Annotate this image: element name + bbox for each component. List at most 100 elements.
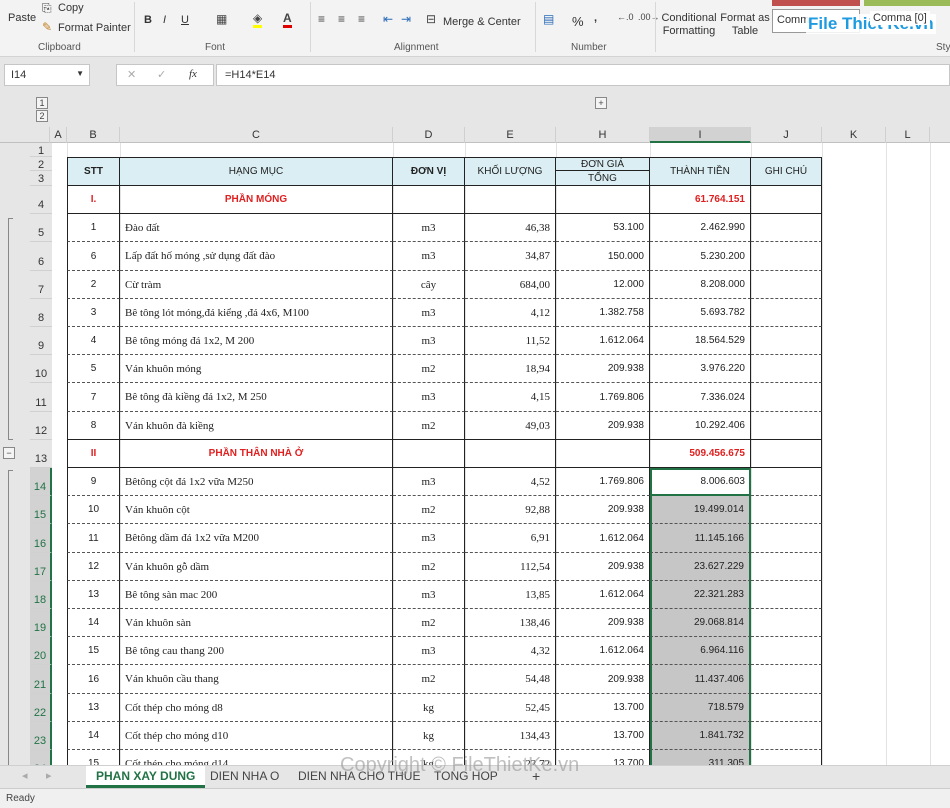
row-header[interactable]: 23 — [30, 722, 52, 750]
cell-stt[interactable]: 4 — [67, 327, 120, 355]
cell-item[interactable]: Ván khuôn cột — [120, 496, 393, 524]
cell-qty[interactable]: 18,94 — [465, 355, 556, 383]
column-header-c[interactable]: C — [120, 127, 393, 143]
row-header[interactable]: 13 — [30, 440, 52, 468]
cell-note[interactable] — [751, 524, 822, 553]
enter-icon[interactable]: ✓ — [157, 68, 166, 81]
column-header-e[interactable]: E — [465, 127, 556, 143]
cell-unit[interactable]: m3 — [393, 637, 465, 665]
cell-price[interactable]: 1.769.806 — [556, 383, 650, 412]
conditional-formatting-button[interactable]: Conditional Formatting — [660, 12, 718, 38]
row-header[interactable]: 8 — [30, 299, 52, 327]
cell-qty[interactable]: 11,52 — [465, 327, 556, 355]
cell-note[interactable] — [751, 412, 822, 440]
cell-price[interactable]: 209.938 — [556, 355, 650, 383]
cell-price[interactable]: 1.612.064 — [556, 327, 650, 355]
cell-total[interactable]: 61.764.151 — [650, 186, 751, 214]
cell-unit[interactable]: m3 — [393, 524, 465, 553]
cell-stt[interactable]: 13 — [67, 581, 120, 609]
cell-total[interactable]: 5.693.782 — [650, 299, 751, 327]
row-header[interactable]: 10 — [30, 355, 52, 383]
format-painter-button[interactable]: Format Painter — [58, 22, 131, 34]
cell-unit[interactable]: m2 — [393, 355, 465, 383]
cell-qty[interactable]: 46,38 — [465, 214, 556, 242]
row-header[interactable]: 11 — [30, 383, 52, 412]
cell-unit[interactable] — [393, 186, 465, 214]
cell-total[interactable]: 11.437.406 — [650, 665, 751, 694]
cell-note[interactable] — [751, 609, 822, 637]
cell-qty[interactable]: 4,52 — [465, 468, 556, 496]
scroll-left-icon[interactable]: ◂ — [22, 769, 28, 782]
cell-item[interactable]: Cốt thép cho móng d14 — [120, 750, 393, 765]
cell-stt[interactable]: 9 — [67, 468, 120, 496]
row-header[interactable]: 14 — [30, 468, 52, 496]
column-header-j[interactable]: J — [751, 127, 822, 143]
cell-price[interactable]: 1.612.064 — [556, 524, 650, 553]
tab-dien-nha-cho-thue[interactable]: DIEN NHA CHO THUE — [288, 766, 430, 788]
cell-item[interactable]: Bêtông dầm đá 1x2 vữa M200 — [120, 524, 393, 553]
cell-qty[interactable]: 4,12 — [465, 299, 556, 327]
cell-qty[interactable]: 52,45 — [465, 694, 556, 722]
cell-stt[interactable]: 7 — [67, 383, 120, 412]
cell-item[interactable]: Bê tông lót móng,đá kiểng ,đá 4x6, M100 — [120, 299, 393, 327]
cell-total[interactable]: 18.564.529 — [650, 327, 751, 355]
cell-unit[interactable] — [393, 440, 465, 468]
cell-unit[interactable]: kg — [393, 750, 465, 765]
header-total[interactable]: THÀNH TIỀN — [650, 157, 751, 186]
cell-qty[interactable]: 54,48 — [465, 665, 556, 694]
cell-price[interactable]: 1.612.064 — [556, 581, 650, 609]
cell-note[interactable] — [751, 186, 822, 214]
cell-total[interactable]: 8.006.603 — [650, 468, 751, 496]
cell-total[interactable]: 8.208.000 — [650, 271, 751, 299]
column-header-a[interactable]: A — [50, 127, 67, 143]
cell-price[interactable]: 13.700 — [556, 750, 650, 765]
cell-stt[interactable]: 12 — [67, 553, 120, 581]
cell-total[interactable]: 23.627.229 — [650, 553, 751, 581]
header-unit[interactable]: ĐƠN VỊ — [393, 157, 465, 186]
cell-qty[interactable]: 34,87 — [465, 242, 556, 271]
underline-button[interactable]: U — [181, 14, 189, 26]
cell-note[interactable] — [751, 214, 822, 242]
cell-total[interactable]: 6.964.116 — [650, 637, 751, 665]
style-good-swatch[interactable] — [864, 0, 950, 6]
cancel-icon[interactable]: ✕ — [127, 68, 136, 81]
cell-total[interactable]: 3.976.220 — [650, 355, 751, 383]
col-outline-level-2[interactable]: 2 — [36, 110, 48, 122]
cell-qty[interactable]: 13,85 — [465, 581, 556, 609]
italic-button[interactable]: I — [163, 14, 166, 26]
cell-unit[interactable]: kg — [393, 694, 465, 722]
cell-note[interactable] — [751, 383, 822, 412]
cell-unit[interactable]: m3 — [393, 242, 465, 271]
cell-note[interactable] — [751, 496, 822, 524]
column-header-d[interactable]: D — [393, 127, 465, 143]
cell-qty[interactable]: 4,32 — [465, 637, 556, 665]
row-header[interactable]: 3 — [30, 171, 52, 186]
cell-qty[interactable] — [465, 440, 556, 468]
expand-columns-button[interactable]: + — [595, 97, 607, 109]
cell-qty[interactable]: 4,15 — [465, 383, 556, 412]
cell-unit[interactable]: kg — [393, 722, 465, 750]
cell-price[interactable]: 209.938 — [556, 496, 650, 524]
cell-price[interactable] — [556, 440, 650, 468]
row-header[interactable]: 1 — [30, 143, 52, 157]
cell-item[interactable]: Ván khuôn sàn — [120, 609, 393, 637]
add-sheet-button[interactable]: + — [522, 766, 550, 788]
cell-note[interactable] — [751, 468, 822, 496]
style-comma0[interactable]: Comma [0] — [870, 11, 930, 25]
row-header[interactable]: 15 — [30, 496, 52, 524]
decrease-decimal-icon[interactable]: .00→ — [638, 12, 660, 22]
row-header[interactable]: 20 — [30, 637, 52, 665]
row-header[interactable]: 12 — [30, 412, 52, 440]
column-header-b[interactable]: B — [67, 127, 120, 143]
cell-total[interactable]: 11.145.166 — [650, 524, 751, 553]
cell-price[interactable]: 1.769.806 — [556, 468, 650, 496]
header-qty[interactable]: KHỐI LƯỢNG — [465, 157, 556, 186]
cell-qty[interactable]: 112,54 — [465, 553, 556, 581]
increase-decimal-icon[interactable]: ←.0 — [617, 12, 634, 22]
name-box[interactable]: I14 ▼ — [4, 64, 90, 86]
cell-note[interactable] — [751, 750, 822, 765]
cell-unit[interactable]: m2 — [393, 665, 465, 694]
cell-note[interactable] — [751, 271, 822, 299]
cell-note[interactable] — [751, 722, 822, 750]
cell-stt[interactable]: 5 — [67, 355, 120, 383]
